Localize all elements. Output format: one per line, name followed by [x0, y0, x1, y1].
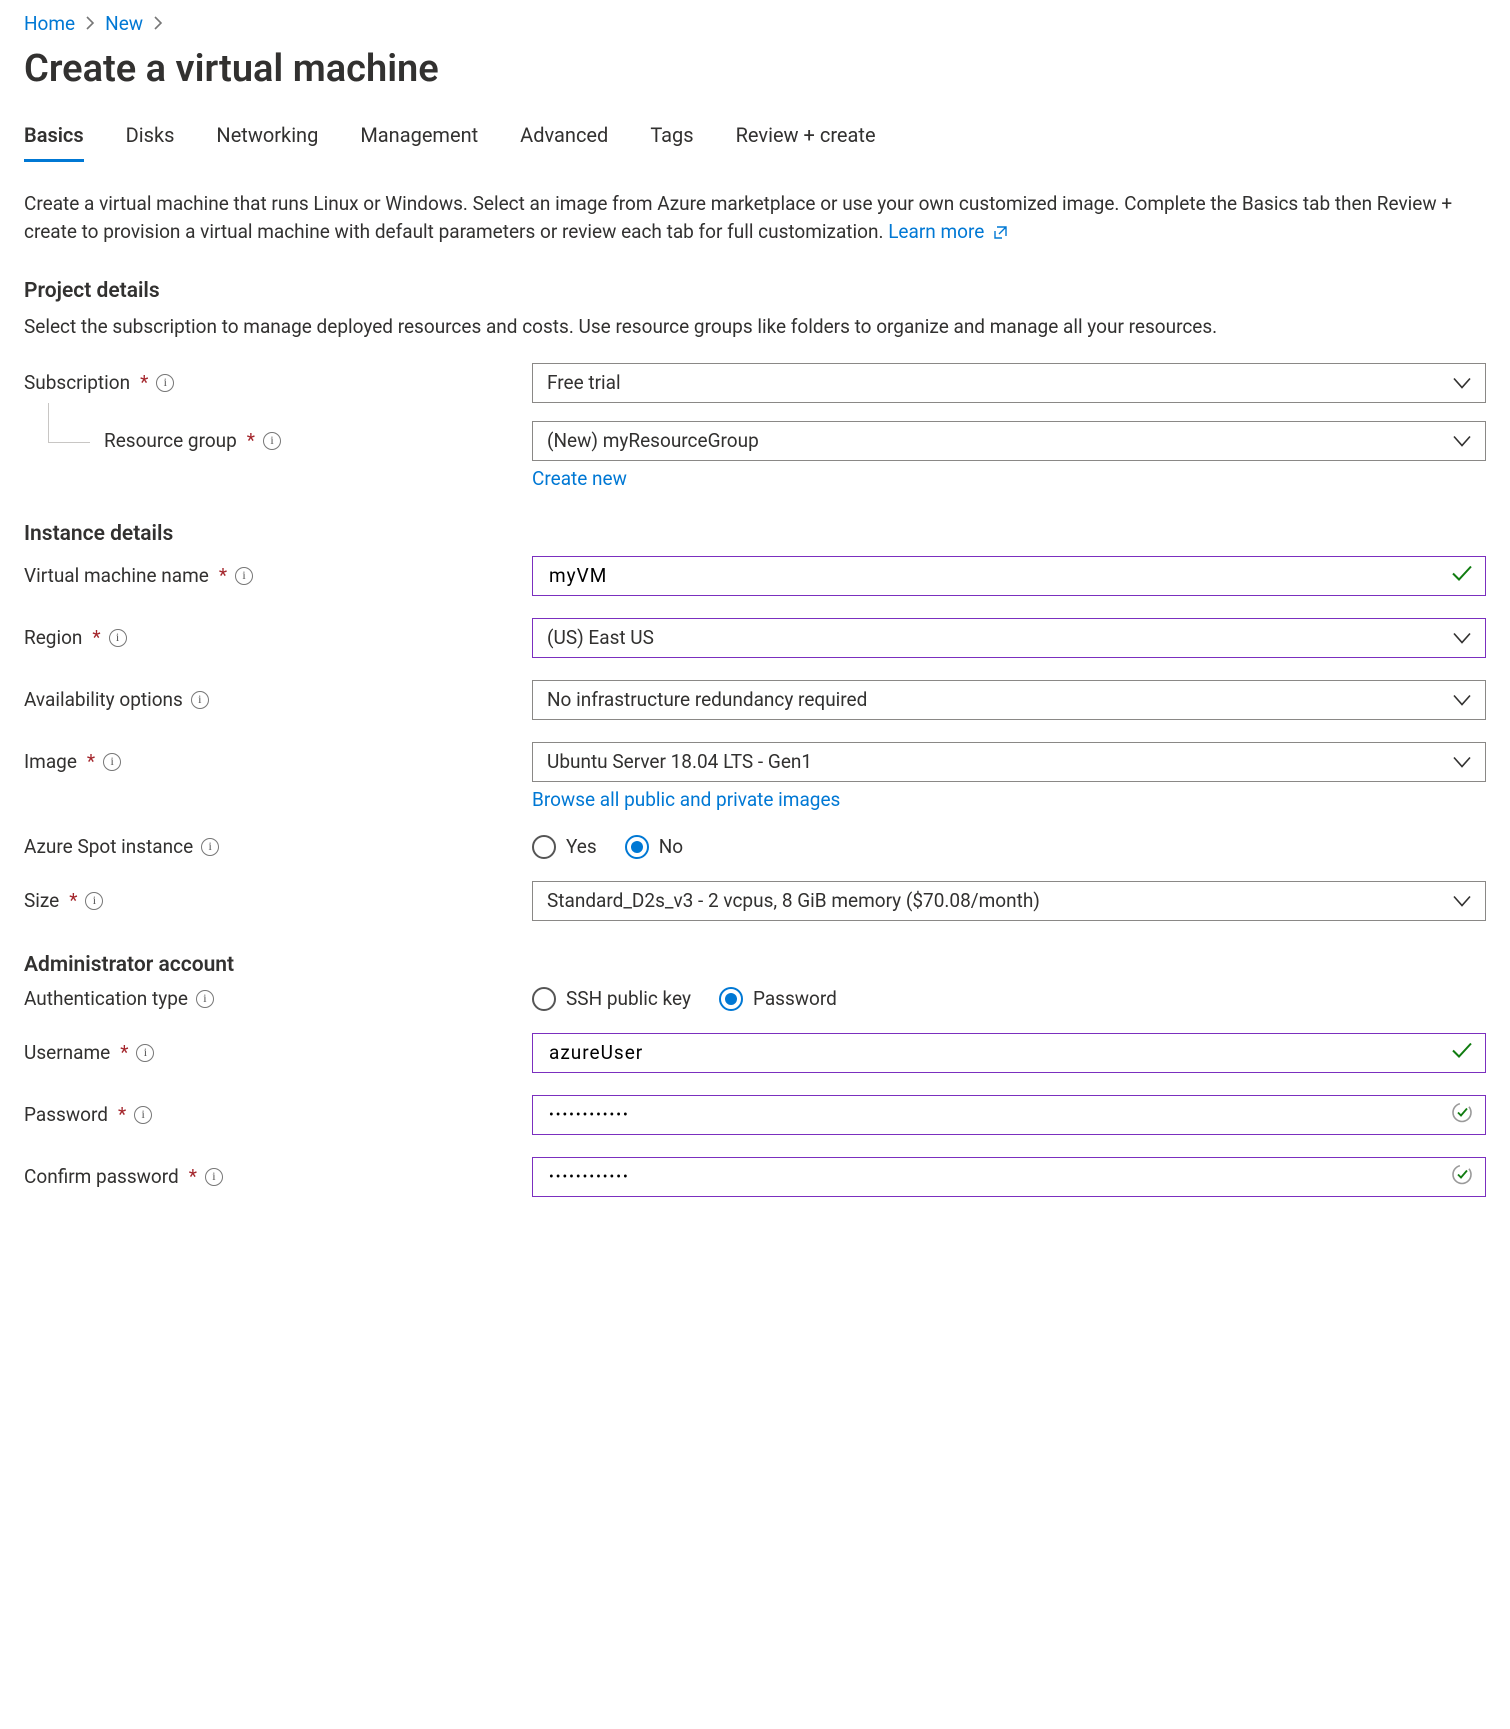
- vm-name-input[interactable]: [532, 556, 1486, 596]
- validation-ring-icon: [1451, 1163, 1473, 1190]
- info-icon[interactable]: i: [85, 892, 103, 910]
- info-icon[interactable]: i: [136, 1044, 154, 1062]
- label-availability: Availability options i: [24, 688, 532, 711]
- label-vm-name: Virtual machine name* i: [24, 564, 532, 587]
- section-project-desc: Select the subscription to manage deploy…: [24, 313, 1486, 341]
- label-size: Size* i: [24, 889, 532, 912]
- learn-more-link[interactable]: Learn more: [888, 220, 1008, 243]
- chevron-down-icon: [1453, 889, 1471, 912]
- chevron-down-icon: [1453, 429, 1471, 452]
- create-new-link[interactable]: Create new: [532, 467, 627, 490]
- label-image: Image* i: [24, 750, 532, 773]
- info-icon[interactable]: i: [235, 567, 253, 585]
- breadcrumb-home[interactable]: Home: [24, 12, 75, 35]
- tab-tags[interactable]: Tags: [650, 117, 693, 162]
- section-admin-account: Administrator account: [24, 953, 1486, 977]
- password-input[interactable]: [532, 1095, 1486, 1135]
- label-resource-group: Resource group* i: [24, 429, 532, 452]
- info-icon[interactable]: i: [103, 753, 121, 771]
- label-username: Username* i: [24, 1041, 532, 1064]
- tab-basics[interactable]: Basics: [24, 117, 84, 162]
- tab-networking[interactable]: Networking: [216, 117, 318, 162]
- availability-select[interactable]: No infrastructure redundancy required: [532, 680, 1486, 720]
- region-select[interactable]: (US) East US: [532, 618, 1486, 658]
- info-icon[interactable]: i: [196, 990, 214, 1008]
- spot-radio-group: Yes No: [532, 835, 1486, 859]
- external-link-icon: [993, 220, 1008, 248]
- username-input[interactable]: [532, 1033, 1486, 1073]
- info-icon[interactable]: i: [263, 432, 281, 450]
- checkmark-icon: [1451, 1041, 1473, 1064]
- label-spot-instance: Azure Spot instance i: [24, 835, 532, 858]
- info-icon[interactable]: i: [191, 691, 209, 709]
- intro-text: Create a virtual machine that runs Linux…: [24, 190, 1486, 247]
- chevron-right-icon: [153, 12, 163, 35]
- checkmark-icon: [1451, 564, 1473, 587]
- tab-review-create[interactable]: Review + create: [736, 117, 876, 162]
- label-region: Region* i: [24, 626, 532, 649]
- tabs: Basics Disks Networking Management Advan…: [24, 117, 1486, 162]
- info-icon[interactable]: i: [205, 1168, 223, 1186]
- label-auth-type: Authentication type i: [24, 987, 532, 1010]
- info-icon[interactable]: i: [156, 374, 174, 392]
- chevron-down-icon: [1453, 688, 1471, 711]
- chevron-down-icon: [1453, 371, 1471, 394]
- auth-ssh-radio[interactable]: SSH public key: [532, 987, 691, 1011]
- spot-no-radio[interactable]: No: [625, 835, 683, 859]
- breadcrumb: Home New: [24, 12, 1486, 35]
- section-instance-details: Instance details: [24, 522, 1486, 546]
- spot-yes-radio[interactable]: Yes: [532, 835, 597, 859]
- page-title: Create a virtual machine: [24, 47, 1486, 91]
- info-icon[interactable]: i: [134, 1106, 152, 1124]
- chevron-right-icon: [85, 12, 95, 35]
- chevron-down-icon: [1453, 626, 1471, 649]
- resource-group-select[interactable]: (New) myResourceGroup: [532, 421, 1486, 461]
- info-icon[interactable]: i: [109, 629, 127, 647]
- browse-images-link[interactable]: Browse all public and private images: [532, 788, 840, 811]
- chevron-down-icon: [1453, 750, 1471, 773]
- label-password: Password* i: [24, 1103, 532, 1126]
- tab-disks[interactable]: Disks: [126, 117, 175, 162]
- tab-management[interactable]: Management: [360, 117, 478, 162]
- info-icon[interactable]: i: [201, 838, 219, 856]
- subscription-select[interactable]: Free trial: [532, 363, 1486, 403]
- validation-ring-icon: [1451, 1101, 1473, 1128]
- size-select[interactable]: Standard_D2s_v3 - 2 vcpus, 8 GiB memory …: [532, 881, 1486, 921]
- confirm-password-input[interactable]: [532, 1157, 1486, 1197]
- tab-advanced[interactable]: Advanced: [520, 117, 608, 162]
- breadcrumb-new[interactable]: New: [105, 12, 143, 35]
- label-confirm-password: Confirm password* i: [24, 1165, 532, 1188]
- auth-radio-group: SSH public key Password: [532, 987, 1486, 1011]
- auth-password-radio[interactable]: Password: [719, 987, 837, 1011]
- section-project-details: Project details: [24, 279, 1486, 303]
- image-select[interactable]: Ubuntu Server 18.04 LTS - Gen1: [532, 742, 1486, 782]
- label-subscription: Subscription* i: [24, 371, 532, 394]
